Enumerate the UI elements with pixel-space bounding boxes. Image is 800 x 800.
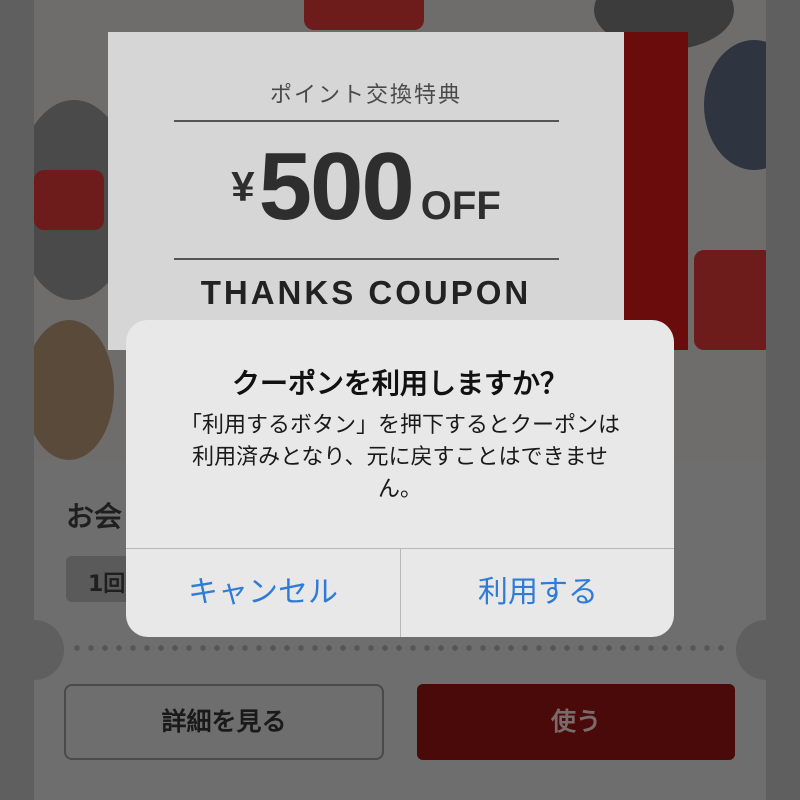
cancel-button[interactable]: キャンセル — [126, 549, 400, 637]
coupon-yen: ¥ — [231, 163, 255, 210]
plate-image — [704, 40, 766, 170]
meat-image — [694, 250, 766, 350]
ticket-notch-right — [736, 620, 796, 680]
section-heading: お会 — [66, 500, 123, 533]
coupon-divider — [174, 120, 559, 122]
detail-button[interactable]: 詳細を見る — [64, 684, 384, 760]
coupon-strip — [624, 32, 688, 350]
meat-image — [304, 0, 424, 30]
use-button[interactable]: 使う — [417, 684, 735, 760]
coupon-card: ポイント交換特典 ¥500 OFF THANKS COUPON — [108, 32, 624, 350]
meat-image — [34, 170, 104, 230]
coupon-thanks: THANKS COUPON — [200, 274, 532, 311]
alert-message: 「利用するボタン」を押下するとクーポンは利用済みとなり、元に戻すことはできません… — [180, 413, 621, 502]
coupon-perforation — [618, 32, 630, 350]
alert-title: クーポンを利用しますか？ — [231, 367, 568, 400]
coupon-amount-value: 500 — [258, 133, 415, 240]
coupon-divider — [174, 258, 559, 260]
page-margin-left — [0, 0, 34, 800]
confirm-alert: クーポンを利用しますか？ 「利用するボタン」を押下するとクーポンは利用済みとなり… — [126, 320, 674, 637]
coupon-amount: ¥500 OFF — [108, 132, 624, 242]
plate-image — [34, 320, 114, 460]
coupon-subtitle: ポイント交換特典 — [269, 83, 462, 108]
coupon-off: OFF — [420, 184, 501, 228]
ticket-notch-left — [4, 620, 64, 680]
dotted-divider — [70, 644, 730, 652]
confirm-button[interactable]: 利用する — [401, 549, 674, 637]
page-margin-right — [766, 0, 800, 800]
